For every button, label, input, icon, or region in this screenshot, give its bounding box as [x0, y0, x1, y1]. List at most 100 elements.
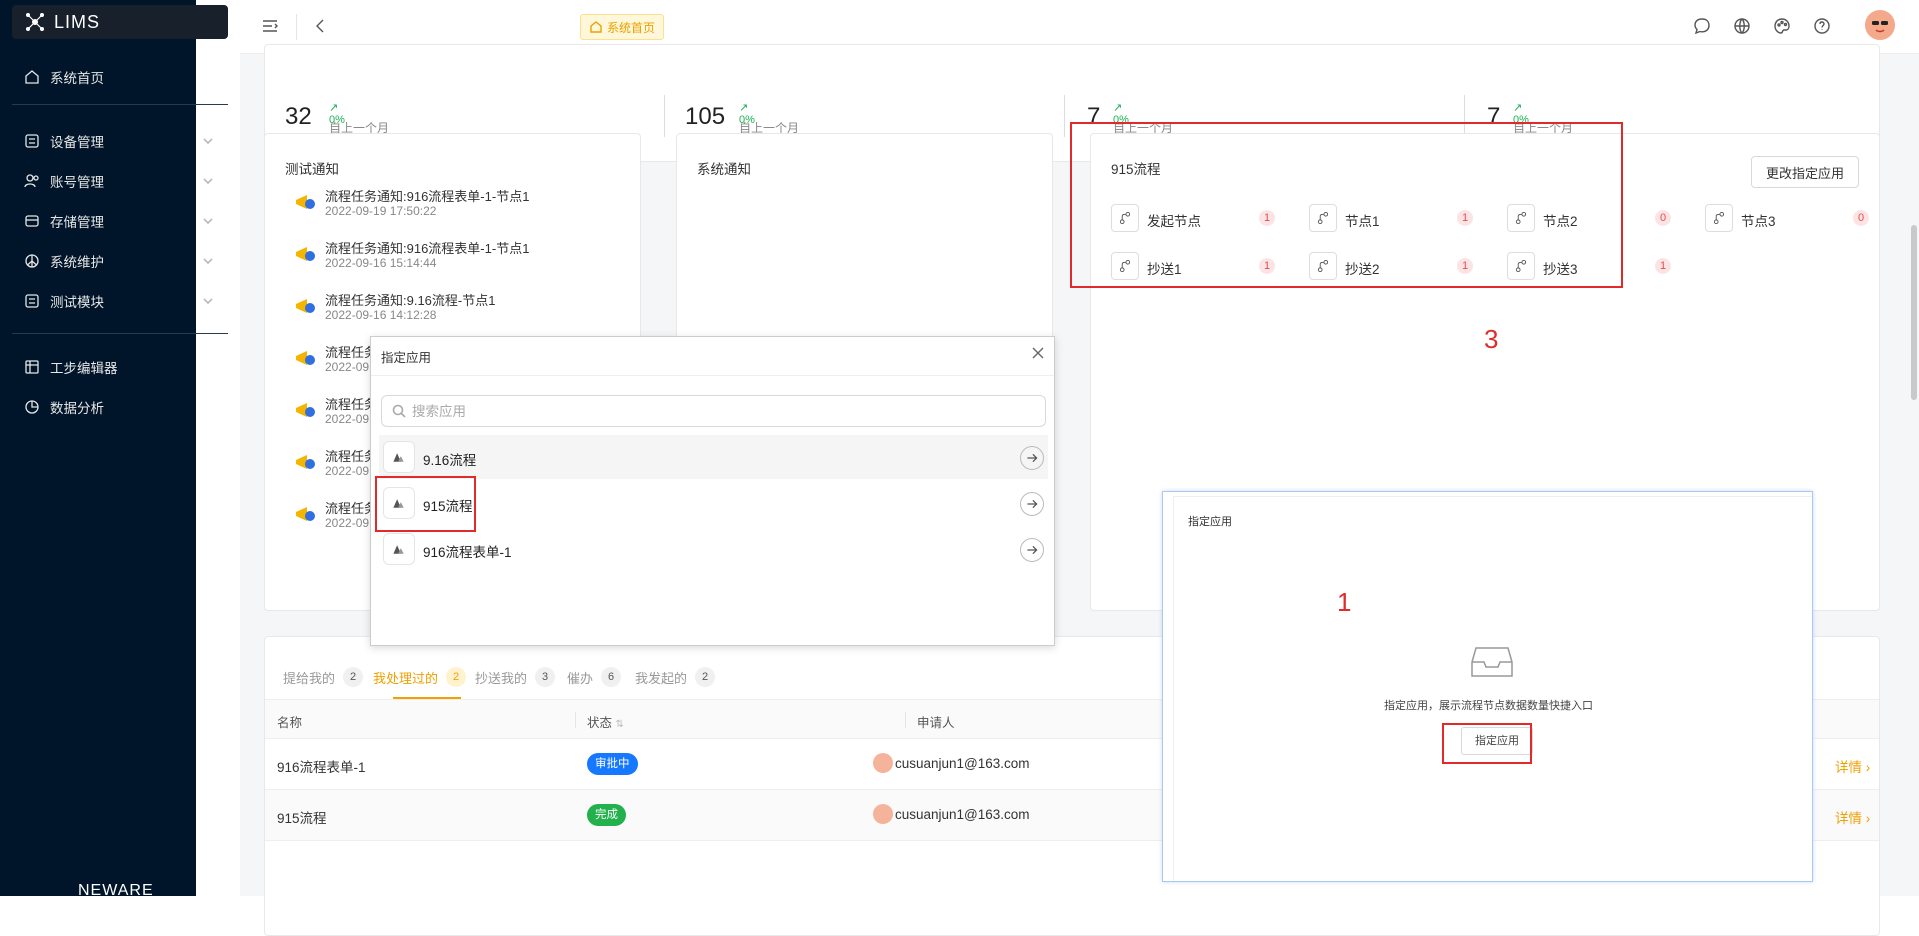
home-icon — [590, 21, 602, 33]
tab-count: 3 — [535, 667, 556, 687]
sidebar-item-analysis[interactable]: 数据分析 — [12, 390, 228, 424]
globe-icon[interactable] — [1732, 16, 1752, 36]
applicant-avatar — [873, 753, 893, 773]
user-avatar[interactable] — [1865, 10, 1895, 40]
list-icon — [25, 294, 39, 308]
detail-link[interactable]: 详情 › — [1835, 807, 1870, 827]
sidebar-item-label: 数据分析 — [50, 401, 104, 416]
inbox-empty-icon — [1471, 647, 1513, 677]
back-arrow-icon[interactable] — [310, 16, 330, 36]
modal-divider — [371, 375, 1054, 376]
sidebar-item-maintenance[interactable]: 系统维护 — [12, 244, 228, 278]
flow-node-count: 0 — [1853, 210, 1869, 226]
sidebar-item-account[interactable]: 账号管理 — [12, 164, 228, 198]
palette-icon[interactable] — [1772, 16, 1792, 36]
change-app-button[interactable]: 更改指定应用 — [1750, 156, 1859, 188]
sidebar-item-home[interactable]: 系统首页 — [12, 60, 228, 94]
close-icon[interactable] — [1030, 345, 1046, 361]
app-search-box[interactable] — [381, 395, 1046, 427]
modal-title: 指定应用 — [1188, 516, 1232, 528]
sidebar-divider — [12, 333, 228, 334]
breadcrumb-tab[interactable]: 系统首页 — [580, 14, 665, 40]
panel-title: 测试通知 — [285, 162, 339, 177]
annotation-label-3: 3 — [1484, 324, 1499, 354]
flow-node-icon — [1705, 204, 1733, 232]
sidebar-item-label: 工步编辑器 — [50, 361, 118, 376]
app-search-input[interactable] — [412, 403, 1012, 419]
notice-date: 2022-09 — [325, 464, 370, 478]
arrow-right-icon[interactable] — [1020, 538, 1044, 562]
app-list-item[interactable]: 916流程表单-1 — [379, 527, 1048, 571]
app-picker-modal: 指定应用 9.16流程 915流程 916流程表单-1 — [370, 336, 1055, 646]
annotation-box-3 — [1070, 122, 1623, 288]
stat-divider — [664, 95, 665, 137]
arrow-right-icon[interactable] — [1020, 492, 1044, 516]
stat-value: 32 — [285, 103, 312, 130]
app-list-item[interactable]: 9.16流程 — [379, 435, 1048, 479]
column-divider — [905, 712, 906, 728]
notice-date: 2022-09-16 15:14:44 — [325, 256, 437, 270]
megaphone-icon — [296, 351, 315, 365]
menu-fold-icon[interactable] — [260, 16, 280, 36]
sidebar: LIMS 系统首页 设备管理 账号管理 存储管理 系统维护 测试模块 工步编辑器… — [0, 0, 228, 899]
megaphone-icon — [296, 455, 315, 469]
flow-node[interactable]: 节点3 0 — [1705, 204, 1885, 234]
sidebar-item-label: 系统首页 — [50, 71, 104, 86]
row-name: 916流程表单-1 — [277, 760, 366, 775]
app-name: 9.16流程 — [423, 453, 477, 468]
sidebar-item-step-editor[interactable]: 工步编辑器 — [12, 350, 228, 384]
tab-label: 我发起的 — [635, 670, 688, 686]
applicant-email: cusuanjun1@163.com — [895, 756, 1030, 771]
notice-date: 2022-09-16 14:12:28 — [325, 308, 437, 322]
column-header[interactable]: 状态 ⇅ — [587, 712, 624, 731]
status-badge: 审批中 — [587, 753, 638, 775]
tab-0[interactable]: 提给我的 2 — [283, 667, 364, 687]
applicant-avatar — [873, 804, 893, 824]
message-icon[interactable] — [1692, 16, 1712, 36]
help-icon[interactable] — [1812, 16, 1832, 36]
chevron-down-icon — [203, 178, 213, 185]
brand-name: NEWARE — [78, 882, 154, 899]
app-list-item[interactable]: 915流程 — [379, 481, 1048, 525]
notice-title: 流程任务通知:916流程表单-1-节点1 — [325, 241, 530, 256]
tab-count: 6 — [601, 667, 622, 687]
flow-node-count: 0 — [1655, 210, 1671, 226]
header-divider — [296, 14, 297, 40]
detail-link[interactable]: 详情 › — [1835, 756, 1870, 776]
peace-icon — [25, 254, 39, 268]
megaphone-icon — [296, 247, 315, 261]
sidebar-item-test[interactable]: 测试模块 — [12, 284, 228, 318]
tab-1[interactable]: 我处理过的 2 — [373, 667, 467, 687]
tab-4[interactable]: 我发起的 2 — [635, 667, 716, 687]
app-icon — [383, 533, 415, 565]
app-icon — [383, 441, 415, 473]
avatar-face-icon — [1865, 10, 1895, 40]
grid-icon — [25, 360, 39, 374]
tab-count: 2 — [695, 667, 716, 687]
sidebar-item-storage[interactable]: 存储管理 — [12, 204, 228, 238]
stat-value: 105 — [685, 103, 726, 130]
tab-count: 2 — [446, 667, 467, 687]
flow-node-label: 节点3 — [1741, 214, 1776, 229]
sidebar-item-label: 系统维护 — [50, 255, 104, 270]
breadcrumb-label: 系统首页 — [607, 20, 656, 35]
sidebar-item-device[interactable]: 设备管理 — [12, 124, 228, 158]
megaphone-icon — [296, 195, 315, 209]
column-header: 申请人 — [917, 716, 955, 730]
logo-icon — [26, 13, 44, 31]
sort-icon: ⇅ — [615, 719, 624, 730]
arrow-right-icon[interactable] — [1020, 446, 1044, 470]
megaphone-icon — [296, 299, 315, 313]
page-scrollbar[interactable] — [1911, 225, 1917, 400]
applicant-email: cusuanjun1@163.com — [895, 807, 1030, 822]
chevron-right-icon: › — [1865, 811, 1871, 826]
tab-label: 我处理过的 — [373, 670, 439, 686]
chevron-down-icon — [203, 218, 213, 225]
empty-state-text: 指定应用，展示流程节点数据数量快捷入口 — [1384, 700, 1593, 712]
tab-3[interactable]: 催办 6 — [567, 667, 622, 687]
sidebar-divider — [12, 104, 228, 105]
app-logo[interactable]: LIMS — [12, 5, 228, 39]
tab-2[interactable]: 抄送我的 3 — [475, 667, 556, 687]
app-name: 916流程表单-1 — [423, 545, 512, 560]
megaphone-icon — [296, 403, 315, 417]
